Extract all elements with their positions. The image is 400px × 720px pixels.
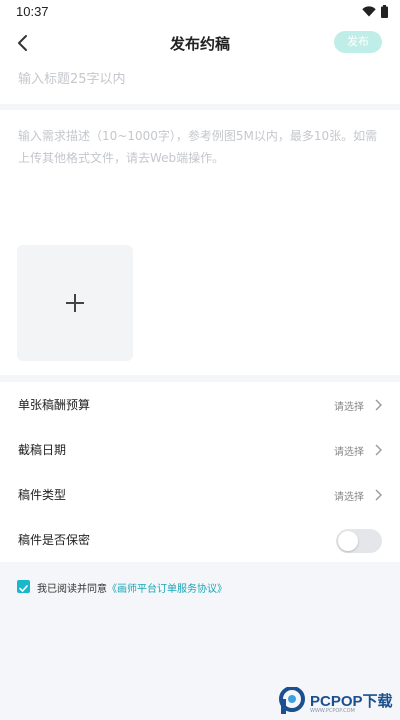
- budget-label: 单张稿酬预算: [18, 398, 91, 412]
- secret-row: 稿件是否保密: [0, 517, 400, 562]
- status-bar: 10:37: [0, 0, 400, 24]
- agreement-prefix: 我已阅读并同意: [37, 584, 107, 595]
- pcpop-logo-icon: [279, 687, 305, 714]
- nav-bar: 发布约稿 发布: [0, 24, 400, 62]
- agreement-text: 我已阅读并同意《画师平台订单服务协议》: [37, 580, 227, 595]
- description-section: 输入需求描述（10~1000字），参考例图5M以内，最多10张。如需上传其他格式…: [0, 110, 400, 375]
- chevron-right-icon: [375, 489, 382, 501]
- toggle-knob: [338, 531, 358, 551]
- check-icon: [19, 585, 28, 592]
- budget-value: 请选择: [334, 402, 364, 413]
- upload-image-button[interactable]: [17, 245, 133, 361]
- agreement-link[interactable]: 《画师平台订单服务协议》: [107, 584, 227, 595]
- type-row[interactable]: 稿件类型 请选择: [0, 472, 400, 517]
- title-section: [0, 62, 400, 104]
- publish-button[interactable]: 发布: [334, 31, 382, 53]
- chevron-right-icon: [375, 399, 382, 411]
- type-label: 稿件类型: [18, 488, 67, 502]
- watermark-sub: WWW.PCPOP.COM: [310, 708, 355, 714]
- budget-row[interactable]: 单张稿酬预算 请选择: [0, 382, 400, 427]
- chevron-right-icon: [375, 444, 382, 456]
- status-time: 10:37: [16, 4, 49, 19]
- battery-icon: [381, 5, 388, 18]
- secret-toggle[interactable]: [336, 529, 382, 553]
- watermark: PCPOP下载 WWW.PCPOP.COM: [274, 685, 400, 717]
- wifi-icon: [362, 6, 376, 17]
- title-input[interactable]: [18, 72, 378, 87]
- type-value: 请选择: [334, 492, 364, 503]
- secret-label: 稿件是否保密: [18, 533, 91, 547]
- agreement-checkbox[interactable]: [17, 580, 30, 593]
- agreement-section: 我已阅读并同意《画师平台订单服务协议》: [0, 562, 400, 610]
- deadline-value: 请选择: [334, 447, 364, 458]
- form-section: 单张稿酬预算 请选择 截稿日期 请选择 稿件类型 请选择 稿件是否保密: [0, 382, 400, 562]
- description-input[interactable]: 输入需求描述（10~1000字），参考例图5M以内，最多10张。如需上传其他格式…: [18, 125, 382, 169]
- deadline-row[interactable]: 截稿日期 请选择: [0, 427, 400, 472]
- deadline-label: 截稿日期: [18, 443, 67, 457]
